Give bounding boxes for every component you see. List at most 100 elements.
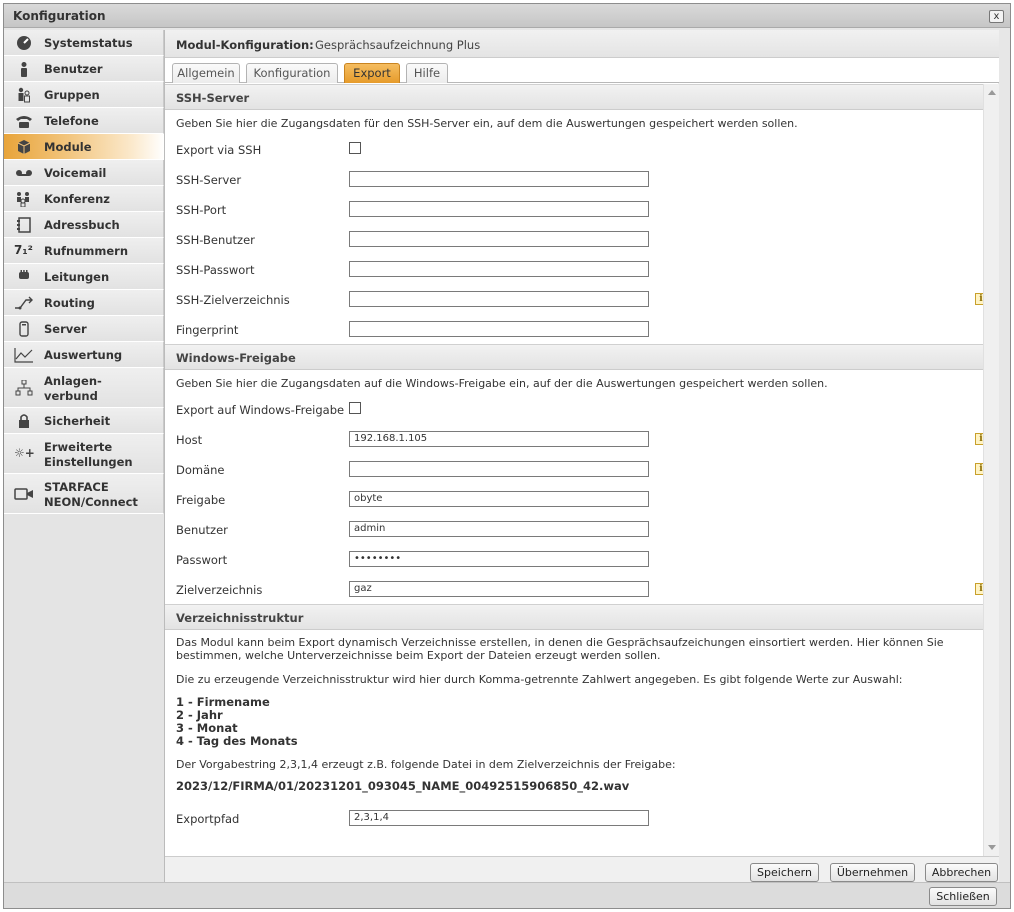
label-line-1: Erweiterte [44,440,113,454]
server-icon [19,321,29,337]
password-label: Passwort [176,553,228,567]
module-header: Modul-Konfiguration: Gesprächsaufzeichnu… [165,30,999,58]
sidebar-item-gruppen[interactable]: Gruppen [4,82,164,108]
sidebar-item-starface-neon[interactable]: STARFACE NEON/Connect [4,474,164,514]
exportpfad-input[interactable]: 2,3,1,4 [349,810,649,826]
group-icon [18,87,30,103]
tab-hilfe[interactable]: Hilfe [406,63,448,83]
dirs-paragraph-3: Der Vorgabestring 2,3,1,4 erzeugt z.B. f… [176,758,676,771]
sidebar-item-label: Routing [44,296,95,310]
windows-section-title: Windows-Freigabe [176,351,296,365]
dirs-paragraph-1: Das Modul kann beim Export dynamisch Ver… [176,636,944,662]
sidebar-item-label: Erweiterte Einstellungen [44,440,133,470]
ssh-section-header: SSH-Server [165,84,999,110]
cancel-button[interactable]: Abbrechen [925,863,998,882]
target-dir-label: Zielverzeichnis [176,583,263,597]
windows-section-header: Windows-Freigabe [165,344,999,370]
sidebar-item-routing[interactable]: Routing [4,290,164,316]
ssh-export-label: Export via SSH [176,143,262,157]
host-input[interactable]: 192.168.1.105 [349,431,649,447]
sidebar-item-benutzer[interactable]: Benutzer [4,56,164,82]
sidebar-item-rufnummern[interactable]: 7₁² Rufnummern [4,238,164,264]
sidebar-item-telefone[interactable]: Telefone [4,108,164,134]
sidebar-item-label: Systemstatus [44,36,133,50]
main-panel: Modul-Konfiguration: Gesprächsaufzeichnu… [164,30,999,886]
scroll-down-icon[interactable] [988,845,996,850]
ssh-server-label: SSH-Server [176,173,242,187]
windows-description: Geben Sie hier die Zugangsdaten auf die … [176,377,828,390]
ssh-export-checkbox[interactable] [349,142,361,154]
ssh-password-input[interactable] [349,261,649,277]
window-close-icon[interactable]: x [989,10,1004,23]
sidebar-item-auswertung[interactable]: Auswertung [4,342,164,368]
module-header-value: Gesprächsaufzeichnung Plus [315,38,481,52]
form-scroll-area[interactable]: SSH-Server Geben Sie hier die Zugangsdat… [165,84,999,856]
advanced-settings-icon: ☼+ [14,446,35,460]
password-input[interactable]: •••••••• [349,551,649,567]
windows-export-checkbox[interactable] [349,402,361,414]
dirs-example-path: 2023/12/FIRMA/01/20231201_093045_NAME_00… [176,779,630,793]
sidebar-nav: Systemstatus Benutzer Gruppen Telefone M… [4,30,164,514]
sidebar-item-label: Rufnummern [44,244,129,258]
dirs-section-header: Verzeichnisstruktur [165,604,999,630]
routing-icon [15,296,33,310]
ssh-description: Geben Sie hier die Zugangsdaten für den … [176,117,798,130]
gauge-icon [17,36,31,50]
numbers-icon: 7₁² [14,243,33,257]
ssh-user-input[interactable] [349,231,649,247]
module-header-key: Modul-Konfiguration: [176,38,314,52]
apply-button[interactable]: Übernehmen [830,863,915,882]
ssh-port-label: SSH-Port [176,203,227,217]
domain-label: Domäne [176,463,225,477]
dirs-section-title: Verzeichnisstruktur [176,611,304,625]
tab-konfiguration[interactable]: Konfiguration [246,63,338,83]
sidebar-item-label: Adressbuch [44,218,120,232]
share-input[interactable]: obyte [349,491,649,507]
window-footer: Schließen [4,882,1010,908]
dirs-paragraph-2: Die zu erzeugende Verzeichnisstruktur wi… [176,673,903,686]
exportpfad-label: Exportpfad [176,812,240,826]
target-dir-input[interactable]: gaz [349,581,649,597]
window-titlebar: Konfiguration x [4,4,1010,28]
share-label: Freigabe [176,493,226,507]
module-cube-icon [17,140,31,154]
tab-allgemein[interactable]: Allgemein [172,63,240,83]
camera-icon [14,488,33,500]
scroll-up-icon[interactable] [988,90,996,95]
ssh-password-label: SSH-Passwort [176,263,255,277]
sidebar-item-leitungen[interactable]: Leitungen [4,264,164,290]
sidebar-item-anlagenverbund[interactable]: Anlagen-verbund [4,368,164,408]
sidebar-item-systemstatus[interactable]: Systemstatus [4,30,164,56]
ssh-target-dir-input[interactable] [349,291,649,307]
sidebar-item-label: STARFACE NEON/Connect [44,480,138,510]
sidebar-item-label: Leitungen [44,270,110,284]
voicemail-icon [16,170,32,176]
save-button[interactable]: Speichern [750,863,819,882]
sidebar-item-server[interactable]: Server [4,316,164,342]
conference-icon [17,192,29,207]
close-button[interactable]: Schließen [929,887,997,906]
sidebar-item-adressbuch[interactable]: Adressbuch [4,212,164,238]
fingerprint-label: Fingerprint [176,323,239,337]
phone-icon [16,116,32,128]
fingerprint-input[interactable] [349,321,649,337]
sidebar-item-label: Konferenz [44,192,110,206]
chart-icon [14,348,33,363]
user-input[interactable]: admin [349,521,649,537]
sidebar-item-konferenz[interactable]: Konferenz [4,186,164,212]
ssh-server-input[interactable] [349,171,649,187]
label-line-2: Einstellungen [44,455,133,469]
sidebar-item-module[interactable]: Module [4,134,164,160]
sidebar-item-label: Voicemail [44,166,107,180]
vertical-scrollbar[interactable] [983,84,999,856]
sidebar-item-voicemail[interactable]: Voicemail [4,160,164,186]
sidebar-item-erweiterte-einstellungen[interactable]: ☼+ Erweiterte Einstellungen [4,434,164,474]
sidebar-item-label: Benutzer [44,62,103,76]
tab-export[interactable]: Export [344,63,400,83]
sidebar-item-label: Auswertung [44,348,123,362]
ssh-port-input[interactable] [349,201,649,217]
user-icon [21,62,27,77]
ssh-target-dir-label: SSH-Zielverzeichnis [176,293,290,307]
sidebar-item-sicherheit[interactable]: Sicherheit [4,408,164,434]
domain-input[interactable] [349,461,649,477]
